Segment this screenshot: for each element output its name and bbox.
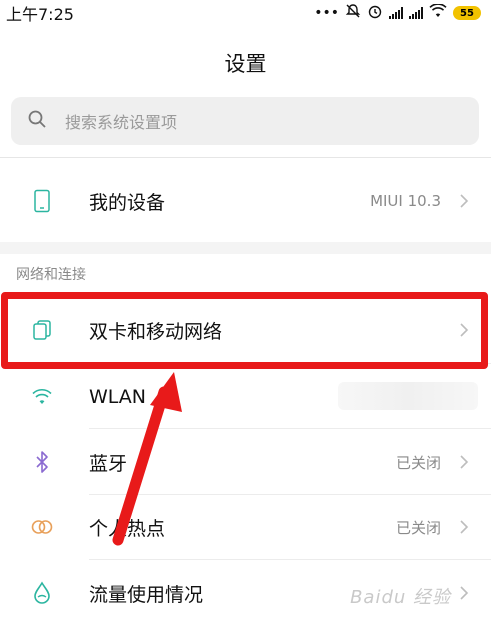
watermark: Baidu 经验 — [350, 587, 451, 608]
annotation-arrow — [112, 372, 182, 546]
